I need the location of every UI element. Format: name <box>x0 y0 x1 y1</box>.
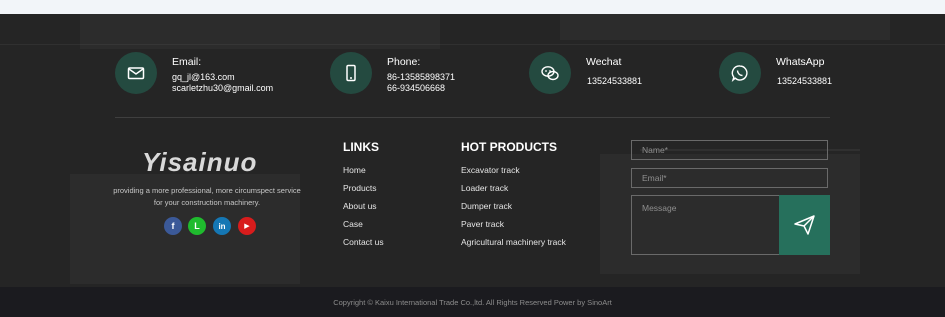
contact-phone-title: Phone: <box>387 56 421 68</box>
brand-tagline: providing a more professional, more circ… <box>113 186 301 207</box>
footer-link-about[interactable]: About us <box>343 201 377 211</box>
copyright-text: Copyright © Kaixu International Trade Co… <box>333 297 612 307</box>
brand-logo-mark: Yisainuo <box>142 147 257 177</box>
contact-wechat-title: Wechat <box>586 56 622 68</box>
send-button[interactable] <box>779 195 830 255</box>
contact-email: Email: gq_jl@163.com scarletzhu30@gmail.… <box>115 52 315 94</box>
line-icon[interactable]: L <box>188 217 206 235</box>
message-textarea[interactable]: Message <box>631 195 780 255</box>
contact-wechat-line[interactable]: 13524533881 <box>587 76 642 86</box>
links-heading: LINKS <box>343 140 379 154</box>
footer-link-contact[interactable]: Contact us <box>343 237 384 247</box>
whatsapp-icon <box>719 52 761 94</box>
footer-link-case[interactable]: Case <box>343 219 363 229</box>
contact-whatsapp-line[interactable]: 13524533881 <box>777 76 832 86</box>
wechat-icon <box>529 52 571 94</box>
contact-phone-line[interactable]: 66-934506668 <box>387 83 445 93</box>
product-link-paver[interactable]: Paver track <box>461 219 504 229</box>
background-cabinet <box>560 14 890 40</box>
top-strip <box>0 0 945 14</box>
footer-link-products[interactable]: Products <box>343 183 377 193</box>
contact-email-line[interactable]: scarletzhu30@gmail.com <box>172 83 273 93</box>
product-link-excavator[interactable]: Excavator track <box>461 165 520 175</box>
hot-products-heading: HOT PRODUCTS <box>461 140 557 154</box>
footer-link-home[interactable]: Home <box>343 165 366 175</box>
contact-whatsapp-title: WhatsApp <box>776 56 825 68</box>
contact-email-line[interactable]: gq_jl@163.com <box>172 72 235 82</box>
contact-phone: Phone: 86-13585898371 66-934506668 <box>330 52 520 94</box>
contact-email-title: Email: <box>172 56 202 68</box>
product-link-dumper[interactable]: Dumper track <box>461 201 512 211</box>
contact-whatsapp: WhatsApp 13524533881 <box>719 52 899 94</box>
linkedin-icon[interactable]: in <box>213 217 231 235</box>
email-icon <box>115 52 157 94</box>
youtube-icon[interactable]: ▶ <box>238 217 256 235</box>
product-link-loader[interactable]: Loader track <box>461 183 508 193</box>
product-link-agricultural[interactable]: Agricultural machinery track <box>461 237 566 247</box>
site-footer: Email: gq_jl@163.com scarletzhu30@gmail.… <box>0 14 945 287</box>
contact-phone-line[interactable]: 86-13585898371 <box>387 72 455 82</box>
facebook-icon[interactable]: f <box>164 217 182 235</box>
paper-plane-icon <box>793 215 815 235</box>
footer-divider <box>115 117 830 118</box>
copyright-bar: Copyright © Kaixu International Trade Co… <box>0 287 945 317</box>
name-input[interactable]: Name* <box>631 140 828 160</box>
email-input[interactable]: Email* <box>631 168 828 188</box>
contact-wechat: Wechat 13524533881 <box>529 52 709 94</box>
background-line <box>0 44 945 45</box>
brand-logo[interactable]: Yisainuo <box>140 147 275 182</box>
phone-icon <box>330 52 372 94</box>
svg-text:Yisainuo: Yisainuo <box>142 147 257 177</box>
